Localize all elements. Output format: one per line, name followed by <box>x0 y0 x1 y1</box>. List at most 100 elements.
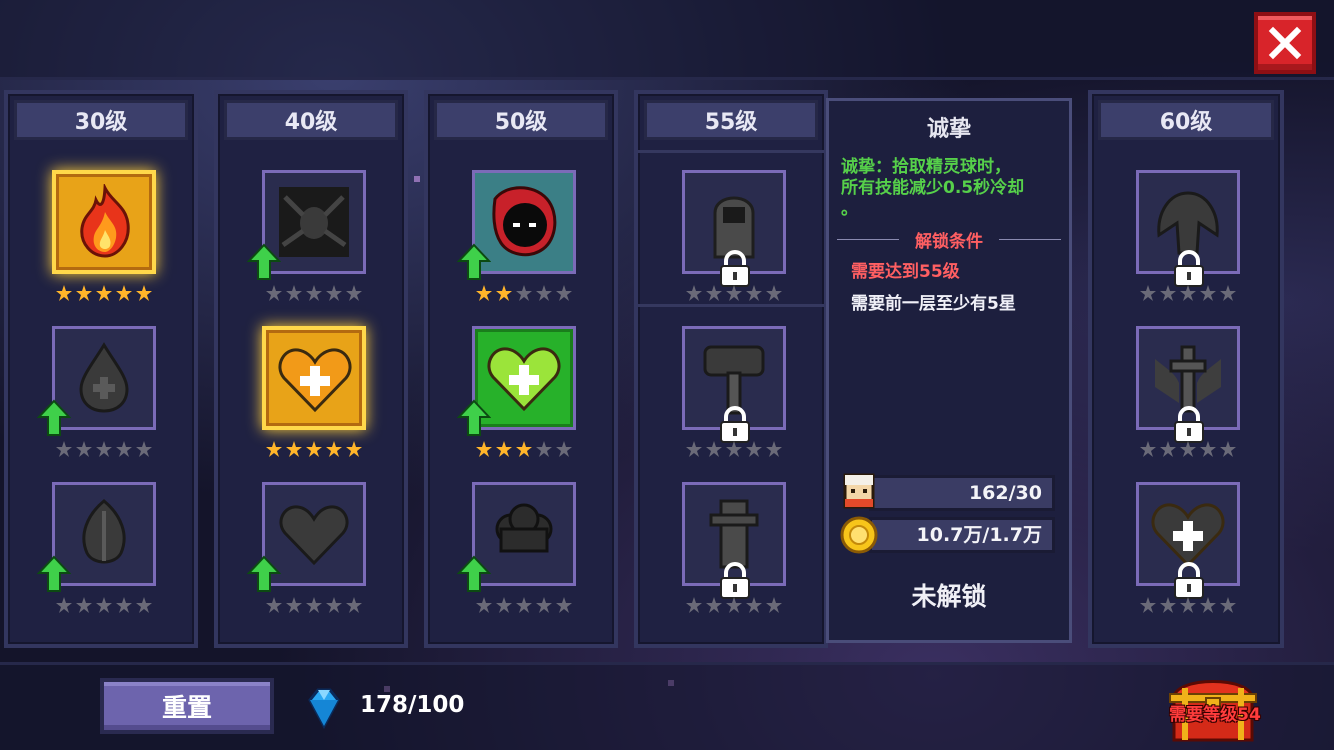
talent-slot-cross-wings[interactable] <box>1136 326 1240 430</box>
condition-level: 需要达到55级 <box>851 262 960 282</box>
talent-name: 诚挚 <box>926 117 971 142</box>
talent-slot-water[interactable] <box>52 326 156 430</box>
character-face-icon <box>843 473 875 509</box>
star-empty-icon <box>55 596 73 614</box>
tier-level-label: 60级 <box>1098 100 1274 140</box>
blue-gem-icon <box>308 688 340 730</box>
star-rating <box>682 596 786 614</box>
upgrade-arrow-icon <box>37 555 71 593</box>
star-filled-icon <box>135 284 153 302</box>
star-rating <box>262 284 366 302</box>
star-empty-icon <box>325 596 343 614</box>
spider-icon <box>279 187 349 257</box>
star-empty-icon <box>1139 596 1157 614</box>
talent-slot-fire[interactable] <box>52 170 156 274</box>
star-empty-icon <box>535 440 553 458</box>
talent-slot-hooded-figure[interactable] <box>682 170 786 274</box>
cloud-icon <box>495 503 553 553</box>
tier-level-label: 40级 <box>224 100 398 140</box>
star-empty-icon <box>265 596 283 614</box>
talent-slot-leaf[interactable] <box>52 482 156 586</box>
star-empty-icon <box>345 596 363 614</box>
star-empty-icon <box>75 596 93 614</box>
star-empty-icon <box>765 596 783 614</box>
star-rating <box>262 596 366 614</box>
condition-stars: 需要前一层至少有5星 <box>851 294 1016 314</box>
talent-slot-heart[interactable] <box>262 482 366 586</box>
heart-plus-icon <box>276 340 354 418</box>
talent-description: 诚挚：拾取精灵球时， 所有技能减少0.5秒冷却 。 <box>841 157 1059 220</box>
star-rating <box>472 440 576 458</box>
star-empty-icon <box>1219 596 1237 614</box>
star-empty-icon <box>305 284 323 302</box>
tier-column-60: 60级 <box>1088 90 1284 648</box>
star-rating <box>472 284 576 302</box>
star-filled-icon <box>475 284 493 302</box>
star-empty-icon <box>135 440 153 458</box>
upgrade-arrow-icon <box>247 555 281 593</box>
tier-level-label: 30级 <box>14 100 188 140</box>
star-empty-icon <box>705 284 723 302</box>
talent-slot-wings[interactable] <box>1136 170 1240 274</box>
star-filled-icon <box>515 440 533 458</box>
description-line: 诚挚：拾取精灵球时， <box>841 157 1011 177</box>
row-divider <box>638 150 824 153</box>
lock-icon <box>1169 561 1209 601</box>
star-empty-icon <box>725 440 743 458</box>
star-empty-icon <box>135 596 153 614</box>
star-empty-icon <box>515 284 533 302</box>
star-empty-icon <box>1179 284 1197 302</box>
star-empty-icon <box>745 284 763 302</box>
lock-icon <box>1169 405 1209 445</box>
heart-icon <box>275 495 353 573</box>
unlock-status: 未解锁 <box>911 582 987 611</box>
star-rating <box>52 284 156 302</box>
lock-icon <box>1169 249 1209 289</box>
star-empty-icon <box>115 596 133 614</box>
star-empty-icon <box>1139 284 1157 302</box>
tier-level-label: 50级 <box>434 100 608 140</box>
talent-slot-heart-locked[interactable] <box>1136 482 1240 586</box>
star-filled-icon <box>285 440 303 458</box>
star-empty-icon <box>95 440 113 458</box>
gold-coin-icon <box>840 516 878 554</box>
star-empty-icon <box>1219 440 1237 458</box>
star-empty-icon <box>1139 440 1157 458</box>
heart-plus-icon <box>485 339 563 417</box>
reset-button[interactable]: 重置 <box>100 678 274 734</box>
close-x-icon <box>1268 26 1302 60</box>
star-filled-icon <box>75 284 93 302</box>
talent-slot-hammer[interactable] <box>682 326 786 430</box>
star-empty-icon <box>1179 440 1197 458</box>
tier-column-50: 50级 <box>424 90 618 648</box>
star-filled-icon <box>305 440 323 458</box>
talent-slot-spider[interactable] <box>262 170 366 274</box>
row-divider <box>638 304 824 307</box>
resource-bar-gold: 10.7万/1.7万 <box>869 517 1055 553</box>
star-empty-icon <box>285 284 303 302</box>
star-filled-icon <box>55 284 73 302</box>
talent-slot-heart-green[interactable] <box>472 326 576 430</box>
talent-slot-tombstone[interactable] <box>682 482 786 586</box>
star-filled-icon <box>345 440 363 458</box>
star-empty-icon <box>285 596 303 614</box>
star-empty-icon <box>75 440 93 458</box>
star-empty-icon <box>325 284 343 302</box>
talent-slot-shadow[interactable] <box>472 170 576 274</box>
star-rating <box>472 596 576 614</box>
star-rating <box>1136 596 1240 614</box>
star-empty-icon <box>1199 596 1217 614</box>
close-button[interactable] <box>1254 12 1316 74</box>
star-empty-icon <box>265 284 283 302</box>
talent-slot-heart-gold[interactable] <box>262 326 366 430</box>
star-empty-icon <box>685 284 703 302</box>
star-empty-icon <box>1159 596 1177 614</box>
star-empty-icon <box>705 440 723 458</box>
top-bar <box>0 0 1334 80</box>
star-rating <box>682 284 786 302</box>
star-filled-icon <box>475 440 493 458</box>
star-empty-icon <box>685 440 703 458</box>
lock-icon <box>715 405 755 445</box>
star-filled-icon <box>495 284 513 302</box>
talent-slot-cloud[interactable] <box>472 482 576 586</box>
